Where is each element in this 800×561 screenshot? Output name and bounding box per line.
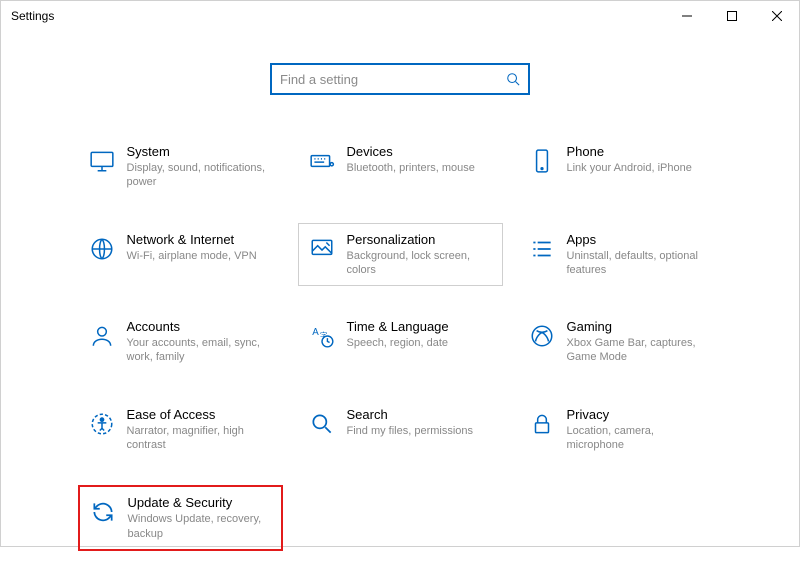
tile-desc: Uninstall, defaults, optional features — [567, 249, 714, 278]
tile-system[interactable]: System Display, sound, notifications, po… — [78, 135, 283, 199]
tile-time-language[interactable]: A字 Time & Language Speech, region, date — [298, 310, 503, 374]
tile-title: Ease of Access — [127, 407, 274, 422]
svg-text:字: 字 — [319, 330, 327, 340]
globe-icon — [87, 234, 117, 264]
tile-update-security[interactable]: Update & Security Windows Update, recove… — [78, 485, 283, 551]
tile-desc: Speech, region, date — [347, 336, 494, 350]
tile-title: Devices — [347, 144, 494, 159]
maximize-icon — [727, 11, 737, 21]
time-language-icon: A字 — [307, 321, 337, 351]
close-icon — [772, 11, 782, 21]
maximize-button[interactable] — [709, 1, 754, 31]
monitor-icon — [87, 146, 117, 176]
lock-icon — [527, 409, 557, 439]
tile-search[interactable]: Search Find my files, permissions — [298, 398, 503, 462]
svg-text:A: A — [312, 327, 319, 338]
list-icon — [527, 234, 557, 264]
tile-personalization[interactable]: Personalization Background, lock screen,… — [298, 223, 503, 287]
tile-desc: Bluetooth, printers, mouse — [347, 161, 494, 175]
tile-phone[interactable]: Phone Link your Android, iPhone — [518, 135, 723, 199]
tile-title: Network & Internet — [127, 232, 274, 247]
minimize-icon — [682, 11, 692, 21]
tile-gaming[interactable]: Gaming Xbox Game Bar, captures, Game Mod… — [518, 310, 723, 374]
tile-network[interactable]: Network & Internet Wi-Fi, airplane mode,… — [78, 223, 283, 287]
close-button[interactable] — [754, 1, 799, 31]
accessibility-icon — [87, 409, 117, 439]
tile-desc: Display, sound, notifications, power — [127, 161, 274, 190]
content-area: System Display, sound, notifications, po… — [1, 31, 799, 561]
magnifier-icon — [307, 409, 337, 439]
tile-desc: Narrator, magnifier, high contrast — [127, 424, 274, 453]
tile-accounts[interactable]: Accounts Your accounts, email, sync, wor… — [78, 310, 283, 374]
tile-title: Time & Language — [347, 319, 494, 334]
tile-desc: Windows Update, recovery, backup — [128, 512, 273, 541]
window-controls — [664, 1, 799, 31]
tile-privacy[interactable]: Privacy Location, camera, microphone — [518, 398, 723, 462]
tile-desc: Your accounts, email, sync, work, family — [127, 336, 274, 365]
minimize-button[interactable] — [664, 1, 709, 31]
person-icon — [87, 321, 117, 351]
sync-icon — [88, 497, 118, 527]
tile-title: Update & Security — [128, 495, 273, 510]
tile-title: Personalization — [347, 232, 494, 247]
tile-title: System — [127, 144, 274, 159]
smartphone-icon — [527, 146, 557, 176]
tile-title: Phone — [567, 144, 714, 159]
tile-title: Search — [347, 407, 494, 422]
tile-devices[interactable]: Devices Bluetooth, printers, mouse — [298, 135, 503, 199]
tile-title: Gaming — [567, 319, 714, 334]
tile-desc: Location, camera, microphone — [567, 424, 714, 453]
tile-desc: Link your Android, iPhone — [567, 161, 714, 175]
tile-title: Accounts — [127, 319, 274, 334]
search-icon — [506, 72, 520, 86]
tile-desc: Background, lock screen, colors — [347, 249, 494, 278]
tile-desc: Wi-Fi, airplane mode, VPN — [127, 249, 274, 263]
tile-title: Apps — [567, 232, 714, 247]
tile-ease-of-access[interactable]: Ease of Access Narrator, magnifier, high… — [78, 398, 283, 462]
titlebar: Settings — [1, 1, 799, 31]
tile-apps[interactable]: Apps Uninstall, defaults, optional featu… — [518, 223, 723, 287]
keyboard-icon — [307, 146, 337, 176]
window-title: Settings — [11, 9, 54, 23]
search-input[interactable] — [280, 72, 506, 87]
tile-title: Privacy — [567, 407, 714, 422]
xbox-icon — [527, 321, 557, 351]
settings-grid: System Display, sound, notifications, po… — [68, 135, 733, 551]
tile-desc: Xbox Game Bar, captures, Game Mode — [567, 336, 714, 365]
search-box[interactable] — [270, 63, 530, 95]
tile-desc: Find my files, permissions — [347, 424, 494, 438]
paintbrush-icon — [307, 234, 337, 264]
